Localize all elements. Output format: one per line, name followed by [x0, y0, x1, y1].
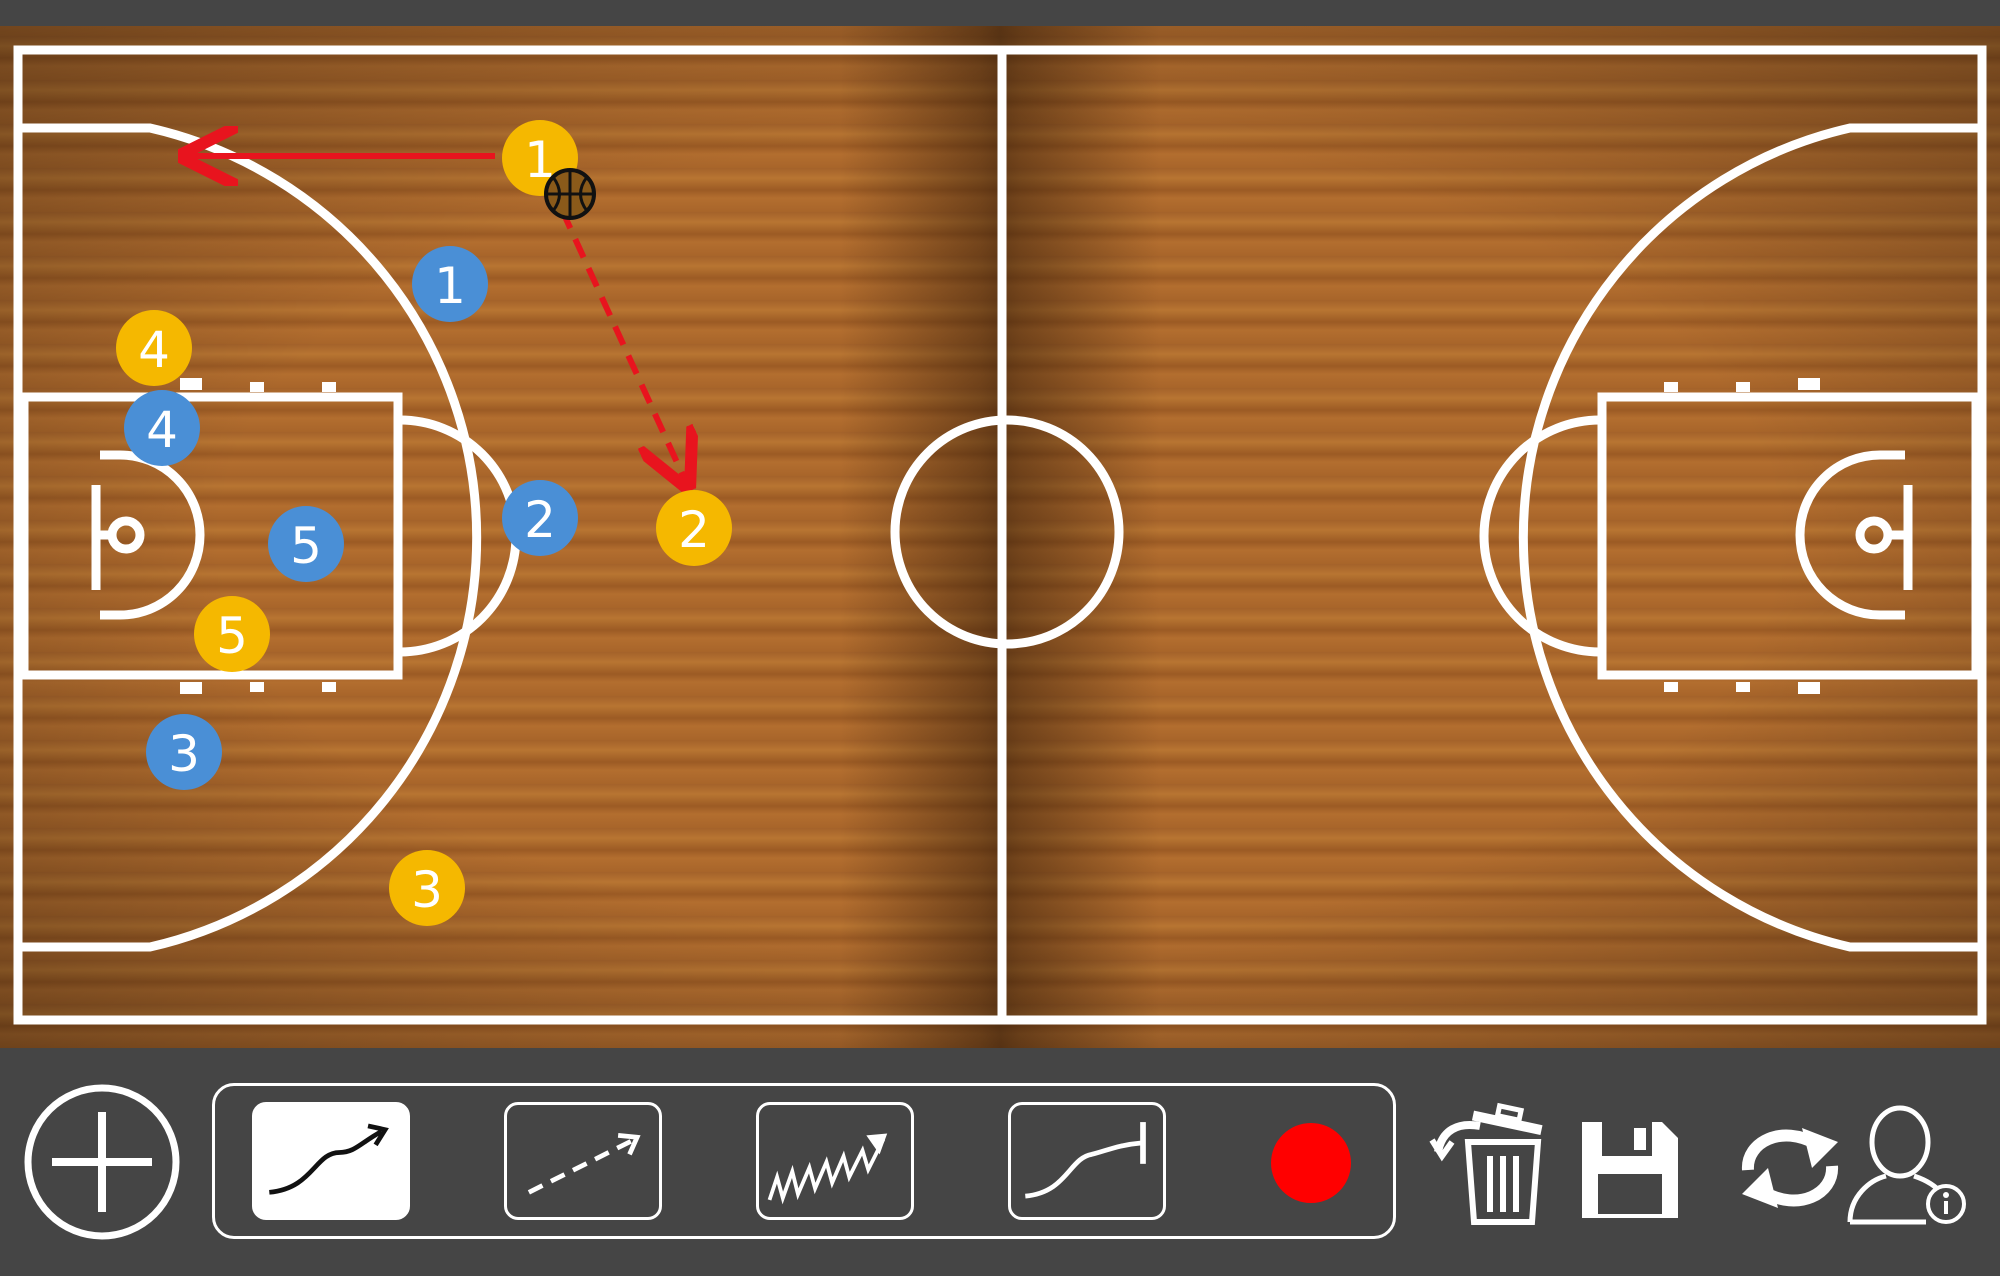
svg-text:3: 3: [168, 725, 200, 783]
trash-icon[interactable]: [1428, 1100, 1548, 1226]
center-circle: [890, 415, 1124, 649]
offense-player-3[interactable]: 3: [389, 850, 465, 926]
svg-text:5: 5: [290, 517, 322, 575]
dashed-arrow-icon: [527, 1133, 641, 1195]
svg-text:2: 2: [678, 501, 710, 559]
defense-player-3[interactable]: 3: [146, 714, 222, 790]
left-hoop: [107, 516, 145, 554]
right-free-throw-arc: [1479, 415, 1601, 657]
pass-arrow[interactable]: [559, 208, 685, 480]
left-free-throw-arc: [399, 415, 521, 657]
plus-icon[interactable]: [22, 1082, 182, 1242]
svg-text:4: 4: [138, 321, 170, 379]
right-key: [1597, 392, 1981, 680]
defense-player-5[interactable]: 5: [268, 506, 344, 582]
refresh-icon[interactable]: [1736, 1116, 1844, 1220]
record-icon[interactable]: [1268, 1120, 1354, 1206]
screen-line-icon: [1025, 1122, 1146, 1199]
offense-player-5[interactable]: 5: [194, 596, 270, 672]
screen-line-tool[interactable]: [1008, 1102, 1166, 1220]
curved-arrow-icon: [269, 1123, 389, 1195]
defense-player-2[interactable]: 2: [502, 480, 578, 556]
svg-text:4: 4: [146, 401, 178, 459]
user-info-icon[interactable]: [1846, 1100, 1970, 1226]
right-hoop: [1855, 516, 1893, 554]
curved-arrow-tool[interactable]: [252, 1102, 410, 1220]
offense-player-2[interactable]: 2: [656, 490, 732, 566]
zigzag-arrow-icon: [767, 1133, 888, 1205]
zigzag-arrow-tool[interactable]: [756, 1102, 914, 1220]
left-three-point-line: [20, 123, 482, 952]
defense-player-4[interactable]: 4: [124, 390, 200, 466]
svg-text:1: 1: [434, 257, 466, 315]
basketball-icon[interactable]: [544, 168, 596, 220]
dashed-arrow-tool[interactable]: [504, 1102, 662, 1220]
svg-text:3: 3: [411, 861, 443, 919]
svg-text:5: 5: [216, 607, 248, 665]
offense-player-4[interactable]: 4: [116, 310, 192, 386]
save-icon[interactable]: [1578, 1118, 1682, 1222]
svg-text:2: 2: [524, 491, 556, 549]
defense-player-1[interactable]: 1: [412, 246, 488, 322]
